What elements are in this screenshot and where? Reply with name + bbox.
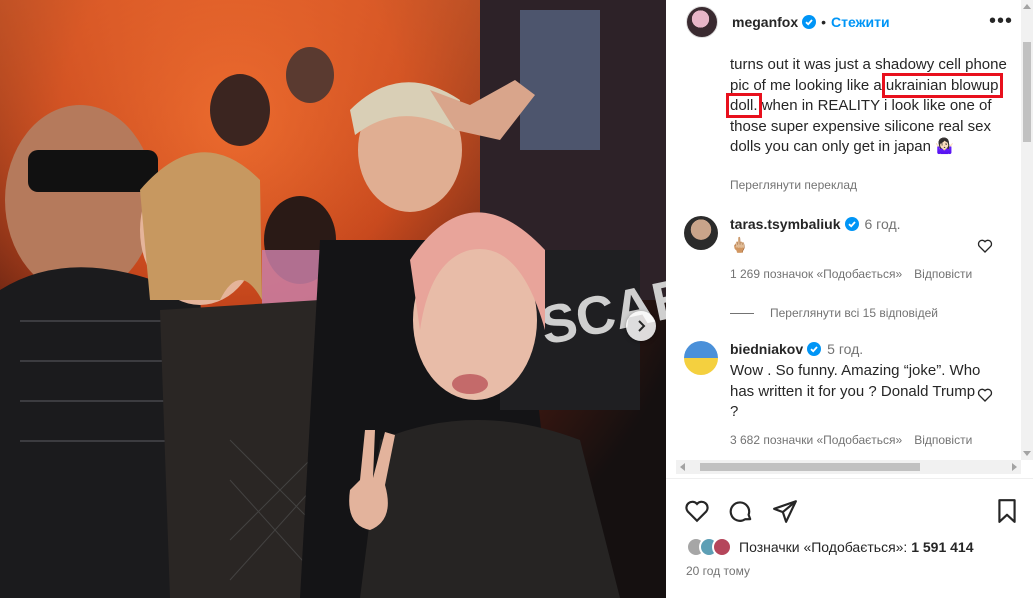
likes-count: 1 591 414 <box>911 539 974 555</box>
scroll-up-arrow-icon[interactable] <box>1023 4 1031 9</box>
reply-button[interactable]: Відповісти <box>914 433 972 447</box>
post-caption: turns out it was just a shadowy cell pho… <box>726 55 1010 158</box>
header-separator: • <box>821 14 827 30</box>
liker-avatar <box>712 537 732 557</box>
comments-scroll-area[interactable]: turns out it was just a shadowy cell pho… <box>666 44 1021 460</box>
comment-likes-count[interactable]: 1 269 позначок «Подобається» <box>730 267 902 281</box>
author-username[interactable]: meganfox <box>732 14 798 30</box>
verified-badge-icon <box>807 342 822 356</box>
comment-icon[interactable] <box>728 498 754 529</box>
commenter-avatar[interactable] <box>684 341 718 375</box>
likes-count-text: Позначки «Подобається»: 1 591 414 <box>739 539 974 555</box>
post-header: meganfox • Стежити ••• <box>666 0 1033 44</box>
post-details-panel: meganfox • Стежити ••• turns out it was … <box>666 0 1033 598</box>
more-options-icon[interactable]: ••• <box>989 10 1013 33</box>
comment-text: Wow . So funny. Amazing “joke”. Who has … <box>730 362 981 420</box>
comment-meta: 1 269 позначок «Подобається» Відповісти <box>730 267 986 281</box>
likes-label: Позначки «Подобається»: <box>739 539 912 555</box>
verified-badge-icon <box>844 217 859 231</box>
comment-time[interactable]: 5 год. <box>827 341 863 357</box>
heart-icon[interactable] <box>684 498 710 529</box>
comment-header: biedniakov 5 год. <box>730 341 986 357</box>
post-actions-bar <box>684 498 1026 528</box>
heart-icon[interactable] <box>977 238 993 259</box>
follow-button[interactable]: Стежити <box>831 14 890 30</box>
scroll-down-arrow-icon[interactable] <box>1023 451 1031 456</box>
vertical-scrollbar[interactable] <box>1021 0 1033 460</box>
view-replies-label: Переглянути всі 15 відповідей <box>770 306 938 320</box>
comment-username[interactable]: biedniakov <box>730 341 803 357</box>
replies-divider-line <box>730 312 754 314</box>
commenter-avatar[interactable] <box>684 216 718 250</box>
see-translation-link[interactable]: Переглянути переклад <box>730 178 857 192</box>
comment-text: 🖕🏼 <box>730 237 749 254</box>
bookmark-icon[interactable] <box>994 498 1020 529</box>
caption-text-after: when in REALITY i look like one of those… <box>730 97 992 155</box>
post-timestamp[interactable]: 20 год тому <box>686 564 750 578</box>
view-all-replies-button[interactable]: Переглянути всі 15 відповідей <box>730 306 938 320</box>
verified-badge-icon <box>802 15 817 29</box>
photo-illustration: SCAB <box>0 0 666 598</box>
comment-time[interactable]: 6 год. <box>865 216 901 232</box>
scroll-right-arrow-icon[interactable] <box>1012 463 1017 471</box>
comment-body: taras.tsymbaliuk 6 год. 🖕🏼 1 269 позначо… <box>730 216 986 281</box>
likes-summary[interactable]: Позначки «Подобається»: 1 591 414 <box>686 536 974 558</box>
comment-username[interactable]: taras.tsymbaliuk <box>730 216 841 232</box>
vertical-scrollbar-thumb[interactable] <box>1023 42 1031 142</box>
share-icon[interactable] <box>772 498 798 529</box>
actions-divider <box>666 478 1033 479</box>
comment-meta: 3 682 позначки «Подобається» Відповісти <box>730 433 986 447</box>
chevron-right-icon <box>638 320 646 332</box>
heart-icon[interactable] <box>977 387 993 408</box>
post-photo[interactable]: SCAB <box>0 0 666 598</box>
author-avatar[interactable] <box>686 6 718 38</box>
next-photo-button[interactable] <box>626 311 656 341</box>
scroll-left-arrow-icon[interactable] <box>680 463 685 471</box>
reply-button[interactable]: Відповісти <box>914 267 972 281</box>
comment-header: taras.tsymbaliuk 6 год. <box>730 216 986 232</box>
comment-likes-count[interactable]: 3 682 позначки «Подобається» <box>730 433 902 447</box>
horizontal-scrollbar[interactable] <box>676 460 1021 474</box>
horizontal-scrollbar-thumb[interactable] <box>700 463 920 471</box>
comment-body: biedniakov 5 год. Wow . So funny. Amazin… <box>730 341 986 447</box>
